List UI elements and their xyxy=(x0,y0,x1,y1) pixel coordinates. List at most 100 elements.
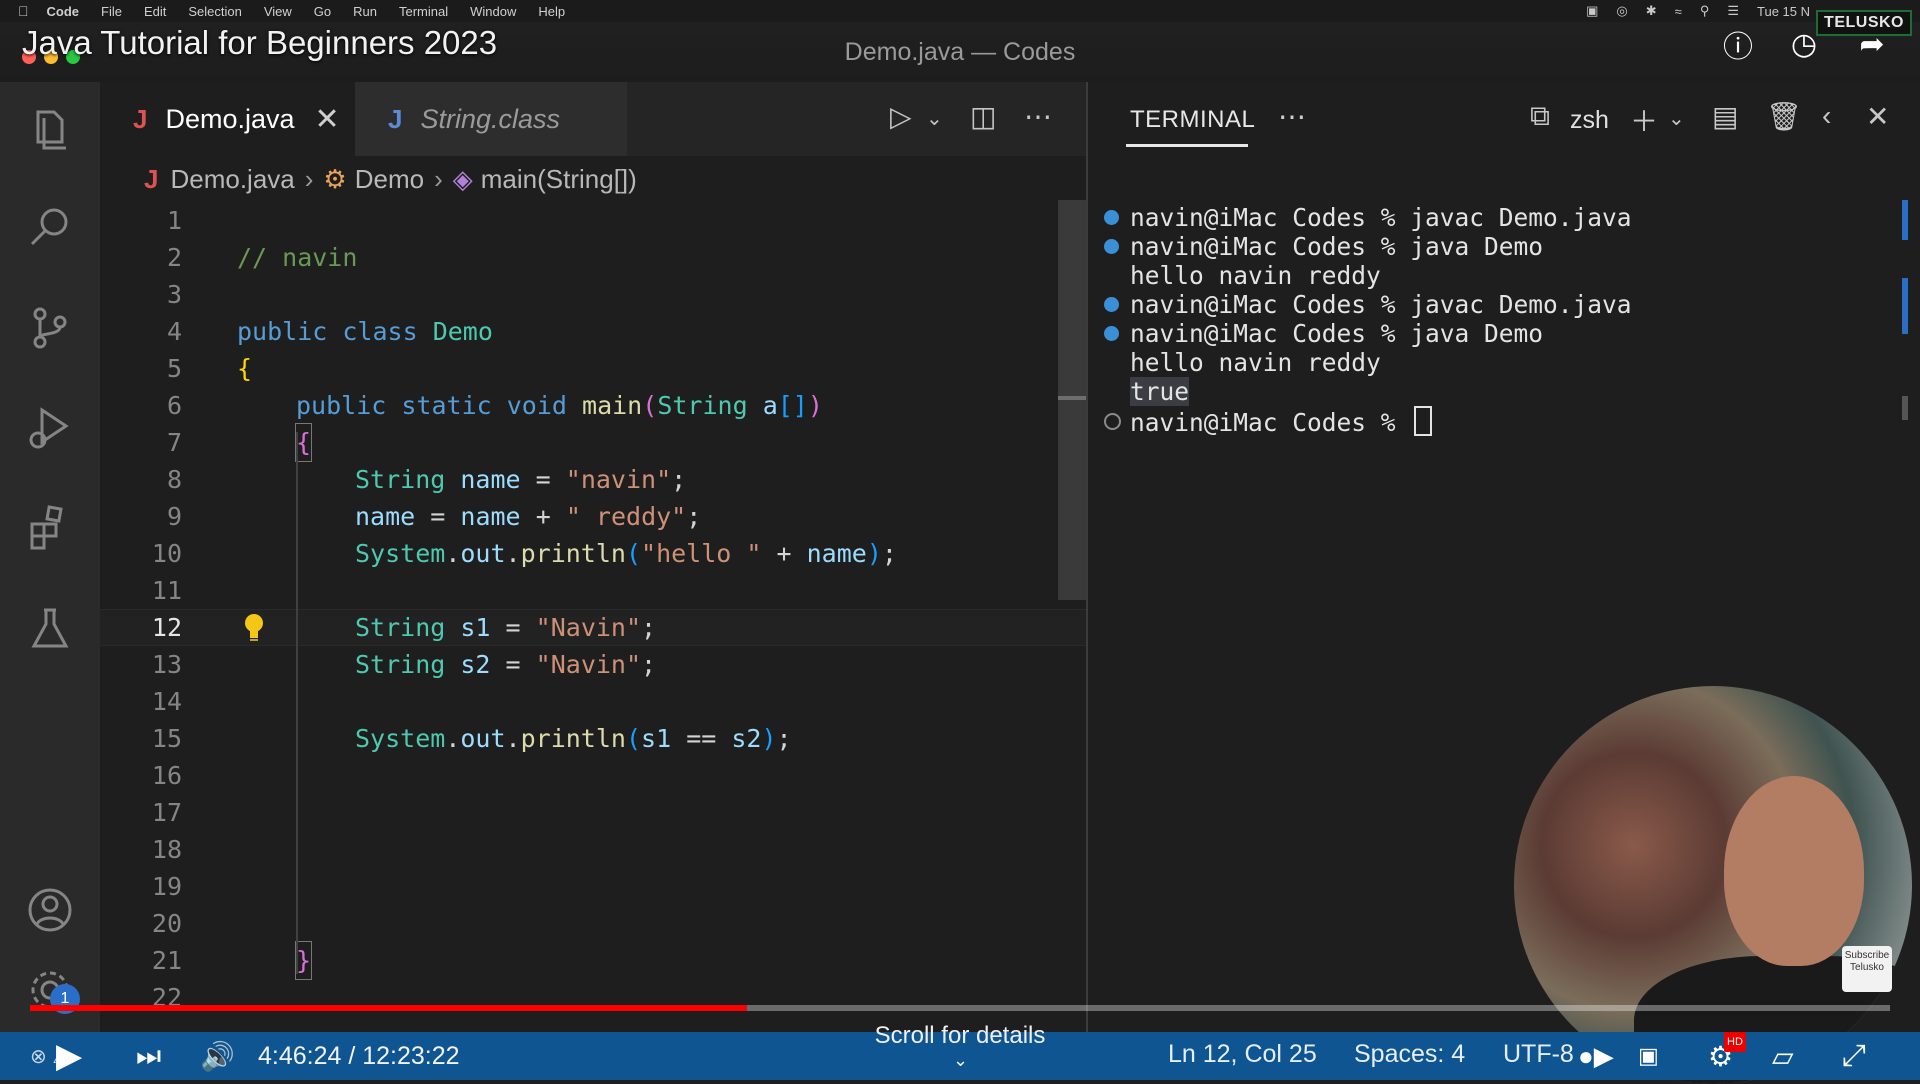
menu-app-code[interactable]: Code xyxy=(47,4,80,19)
terminal-scroll-marker xyxy=(1902,278,1908,334)
hd-badge: HD xyxy=(1724,1032,1746,1052)
explorer-icon[interactable] xyxy=(22,100,78,156)
line-number: 18 xyxy=(151,835,182,864)
video-progress-played xyxy=(30,1005,747,1011)
close-panel-icon[interactable]: ✕ xyxy=(1866,100,1889,133)
code-line[interactable]: 19 xyxy=(100,868,1086,905)
menu-go[interactable]: Go xyxy=(314,4,331,19)
apple-icon[interactable]:  xyxy=(18,3,29,19)
terminal-dropdown-icon[interactable]: ⌄ xyxy=(1668,106,1685,131)
cast-icon[interactable]: ▱ xyxy=(1772,1032,1794,1080)
split-terminal-icon[interactable]: ▤ xyxy=(1712,100,1738,133)
autoplay-toggle-icon[interactable]: ●▶ xyxy=(1578,1032,1614,1080)
play-icon[interactable]: ▶ xyxy=(56,1032,82,1080)
source-control-icon[interactable] xyxy=(22,300,78,356)
screen-icon[interactable]: ▣ xyxy=(1586,3,1598,19)
main-method-signature: public static void main(String a[]) xyxy=(296,391,823,420)
keyword: public xyxy=(237,317,328,346)
breadcrumb: J Demo.java › ⚙ Demo › ◈ main(String[]) xyxy=(100,156,1086,202)
terminal-shell-icon[interactable]: ⧉ xyxy=(1530,100,1550,133)
run-debug-icon[interactable] xyxy=(22,400,78,456)
keyword: class xyxy=(342,317,418,346)
wifi-icon[interactable]: ≈ xyxy=(1675,4,1682,19)
chevron-down-icon[interactable]: ⌄ xyxy=(953,1050,968,1071)
terminal-prompt[interactable]: navin@iMac Codes % xyxy=(1130,406,1433,437)
exit-fullscreen-icon[interactable]: ⤢ xyxy=(1842,1032,1866,1080)
code-line[interactable]: 21} xyxy=(100,941,1086,980)
encoding[interactable]: UTF-8 xyxy=(1503,1040,1574,1069)
editor-scrollbar[interactable] xyxy=(1058,200,1086,600)
menu-file[interactable]: File xyxy=(101,4,122,19)
command-success-icon[interactable] xyxy=(1104,297,1119,312)
tab-string-class[interactable]: J String.class xyxy=(355,82,627,156)
captions-icon[interactable]: ▣ xyxy=(1638,1032,1659,1080)
code-editor[interactable]: 1 2// navin 3 4 public class Demo 5{ 6 pub… xyxy=(100,202,1086,1014)
tab-demo-java[interactable]: J Demo.java ✕ xyxy=(100,82,355,156)
code-line[interactable]: 20 xyxy=(100,905,1086,942)
info-icon[interactable]: ⓘ xyxy=(1718,24,1758,64)
spotlight-icon[interactable]: ⚲ xyxy=(1700,3,1710,19)
code-line[interactable]: 17 xyxy=(100,794,1086,831)
menu-run[interactable]: Run xyxy=(353,4,377,19)
breadcrumb-file[interactable]: Demo.java xyxy=(170,164,294,195)
breadcrumb-class[interactable]: Demo xyxy=(355,164,424,195)
menu-terminal[interactable]: Terminal xyxy=(399,4,448,19)
code-line[interactable]: 7{ xyxy=(100,423,1086,462)
code-line[interactable]: 9 name = name + " reddy"; xyxy=(100,498,1086,535)
menubar-clock[interactable]: Tue 15 N xyxy=(1757,4,1810,19)
new-terminal-icon[interactable]: ＋ xyxy=(1630,100,1658,140)
line-number: 20 xyxy=(151,909,182,938)
menu-selection[interactable]: Selection xyxy=(188,4,241,19)
brace: { xyxy=(237,354,253,383)
code-line[interactable]: 8 String name = "navin"; xyxy=(100,461,1086,498)
menu-window[interactable]: Window xyxy=(470,4,516,19)
cursor-position[interactable]: Ln 12, Col 25 xyxy=(1168,1040,1317,1069)
accounts-icon[interactable] xyxy=(22,882,78,938)
chevron-left-icon[interactable]: ‹ xyxy=(1822,100,1831,132)
code-line[interactable]: 2 // navin xyxy=(100,239,1086,276)
volume-icon[interactable]: 🔊 xyxy=(200,1032,235,1080)
next-video-icon[interactable]: ⏭ xyxy=(136,1032,161,1080)
brace: } xyxy=(294,941,313,980)
indentation[interactable]: Spaces: 4 xyxy=(1354,1040,1465,1069)
code-line[interactable]: 15 System.out.println(s1 == s2); xyxy=(100,720,1086,757)
code-line[interactable]: 13 String s2 = "Navin"; xyxy=(100,646,1086,683)
lightbulb-icon[interactable] xyxy=(243,612,265,642)
code-line[interactable]: 11 xyxy=(100,572,1086,609)
testing-icon[interactable] xyxy=(22,600,78,656)
code-line[interactable]: 16 xyxy=(100,757,1086,794)
code-line[interactable]: 5{ xyxy=(100,350,1086,387)
command-success-icon[interactable] xyxy=(1104,326,1119,341)
control-center-icon[interactable]: ☰ xyxy=(1727,3,1739,19)
code-line[interactable]: 1 xyxy=(100,202,1086,239)
code-line[interactable]: 10 System.out.println("hello " + name); xyxy=(100,535,1086,572)
subscribe-watermark[interactable]: Subscribe Telusko xyxy=(1842,946,1892,992)
editor-more-actions-icon[interactable]: ⋯ xyxy=(1024,100,1052,133)
tab-terminal[interactable]: TERMINAL xyxy=(1130,106,1255,134)
code-line[interactable]: 3 xyxy=(100,276,1086,313)
run-java-button[interactable]: ▷ xyxy=(890,100,912,133)
code-line[interactable]: 14 xyxy=(100,683,1086,720)
run-options-chevron-icon[interactable]: ⌄ xyxy=(926,106,943,131)
menu-view[interactable]: View xyxy=(264,4,292,19)
command-success-icon[interactable] xyxy=(1104,239,1119,254)
trash-icon[interactable]: 🗑 xyxy=(1766,100,1802,133)
terminal-shell-name[interactable]: zsh xyxy=(1570,106,1609,135)
command-success-icon[interactable] xyxy=(1104,210,1119,225)
breadcrumb-method[interactable]: main(String[]) xyxy=(481,164,637,195)
channel-watermark[interactable]: TELUSKO xyxy=(1816,10,1912,36)
globe-icon[interactable]: ◎ xyxy=(1616,3,1627,19)
split-editor-icon[interactable]: ◫ xyxy=(970,100,996,133)
bluetooth-icon[interactable]: ✱ xyxy=(1646,3,1657,19)
statement: String s2 = "Navin"; xyxy=(355,650,657,679)
terminal-more-icon[interactable]: ⋯ xyxy=(1278,100,1306,133)
menu-edit[interactable]: Edit xyxy=(144,4,166,19)
close-tab-icon[interactable]: ✕ xyxy=(315,102,340,137)
extensions-icon[interactable] xyxy=(22,500,78,556)
code-line[interactable]: 18 xyxy=(100,831,1086,868)
search-icon[interactable] xyxy=(22,200,78,256)
java-file-icon: J xyxy=(133,103,148,134)
code-line[interactable]: 6 public static void main(String a[]) xyxy=(100,387,1086,424)
menu-help[interactable]: Help xyxy=(538,4,565,19)
code-line[interactable]: 4 public class Demo xyxy=(100,313,1086,350)
